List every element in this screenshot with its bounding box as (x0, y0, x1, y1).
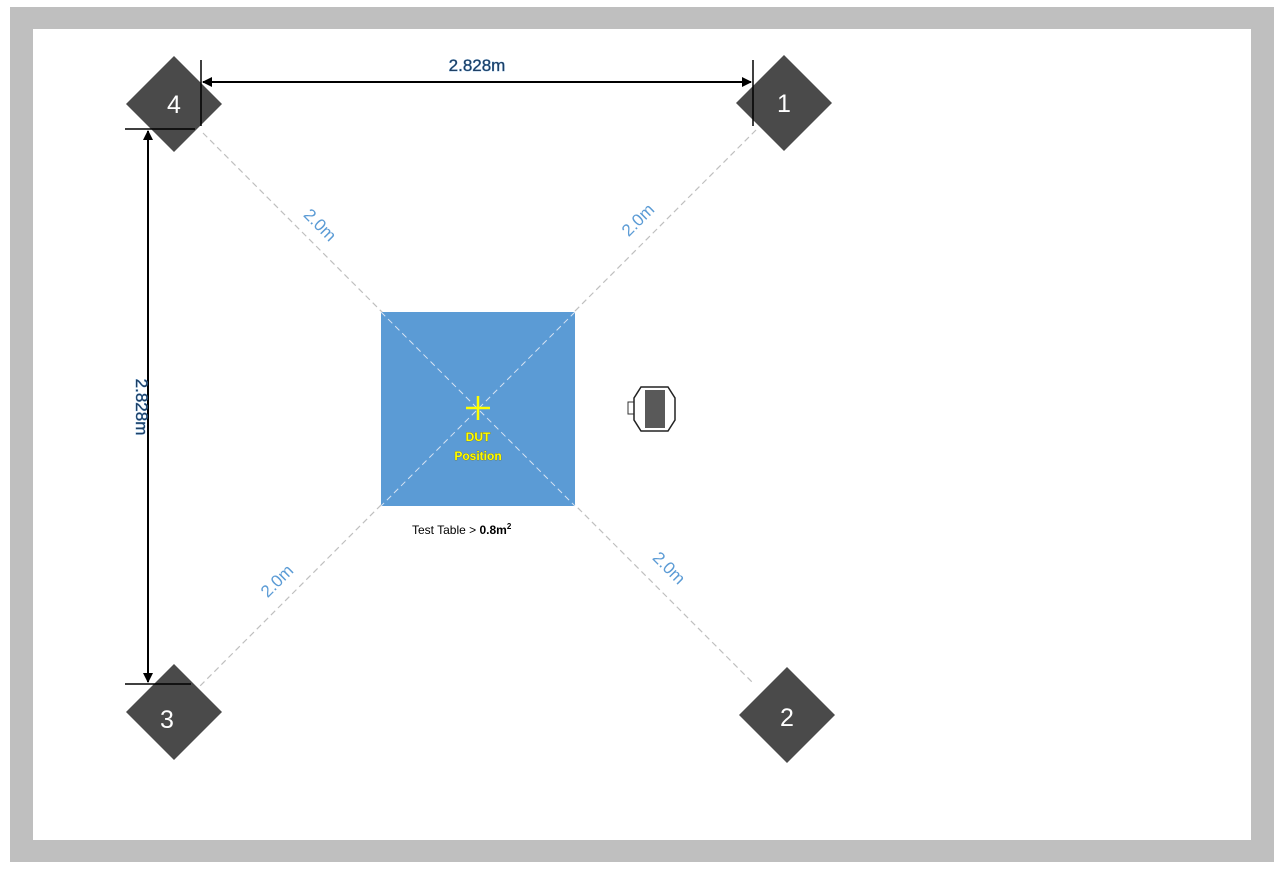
speaker-layout-diagram: DUT Position Test Table > 0.8m2 2.0m 2.0… (33, 29, 1251, 840)
speaker-2-label: 2 (780, 704, 794, 732)
dut-label-line1: DUT (466, 430, 491, 444)
speaker-1-label: 1 (777, 90, 791, 118)
speaker-4-label: 4 (167, 91, 181, 119)
dut-label-line2: Position (454, 449, 501, 463)
table-label: Test Table > 0.8m2 (412, 522, 512, 537)
speaker-3-label: 3 (160, 706, 174, 734)
horizontal-dimension-label: 2.828m (449, 56, 506, 75)
vertical-dimension-label: 2.828m (132, 379, 151, 436)
diagram-canvas (33, 29, 1251, 840)
